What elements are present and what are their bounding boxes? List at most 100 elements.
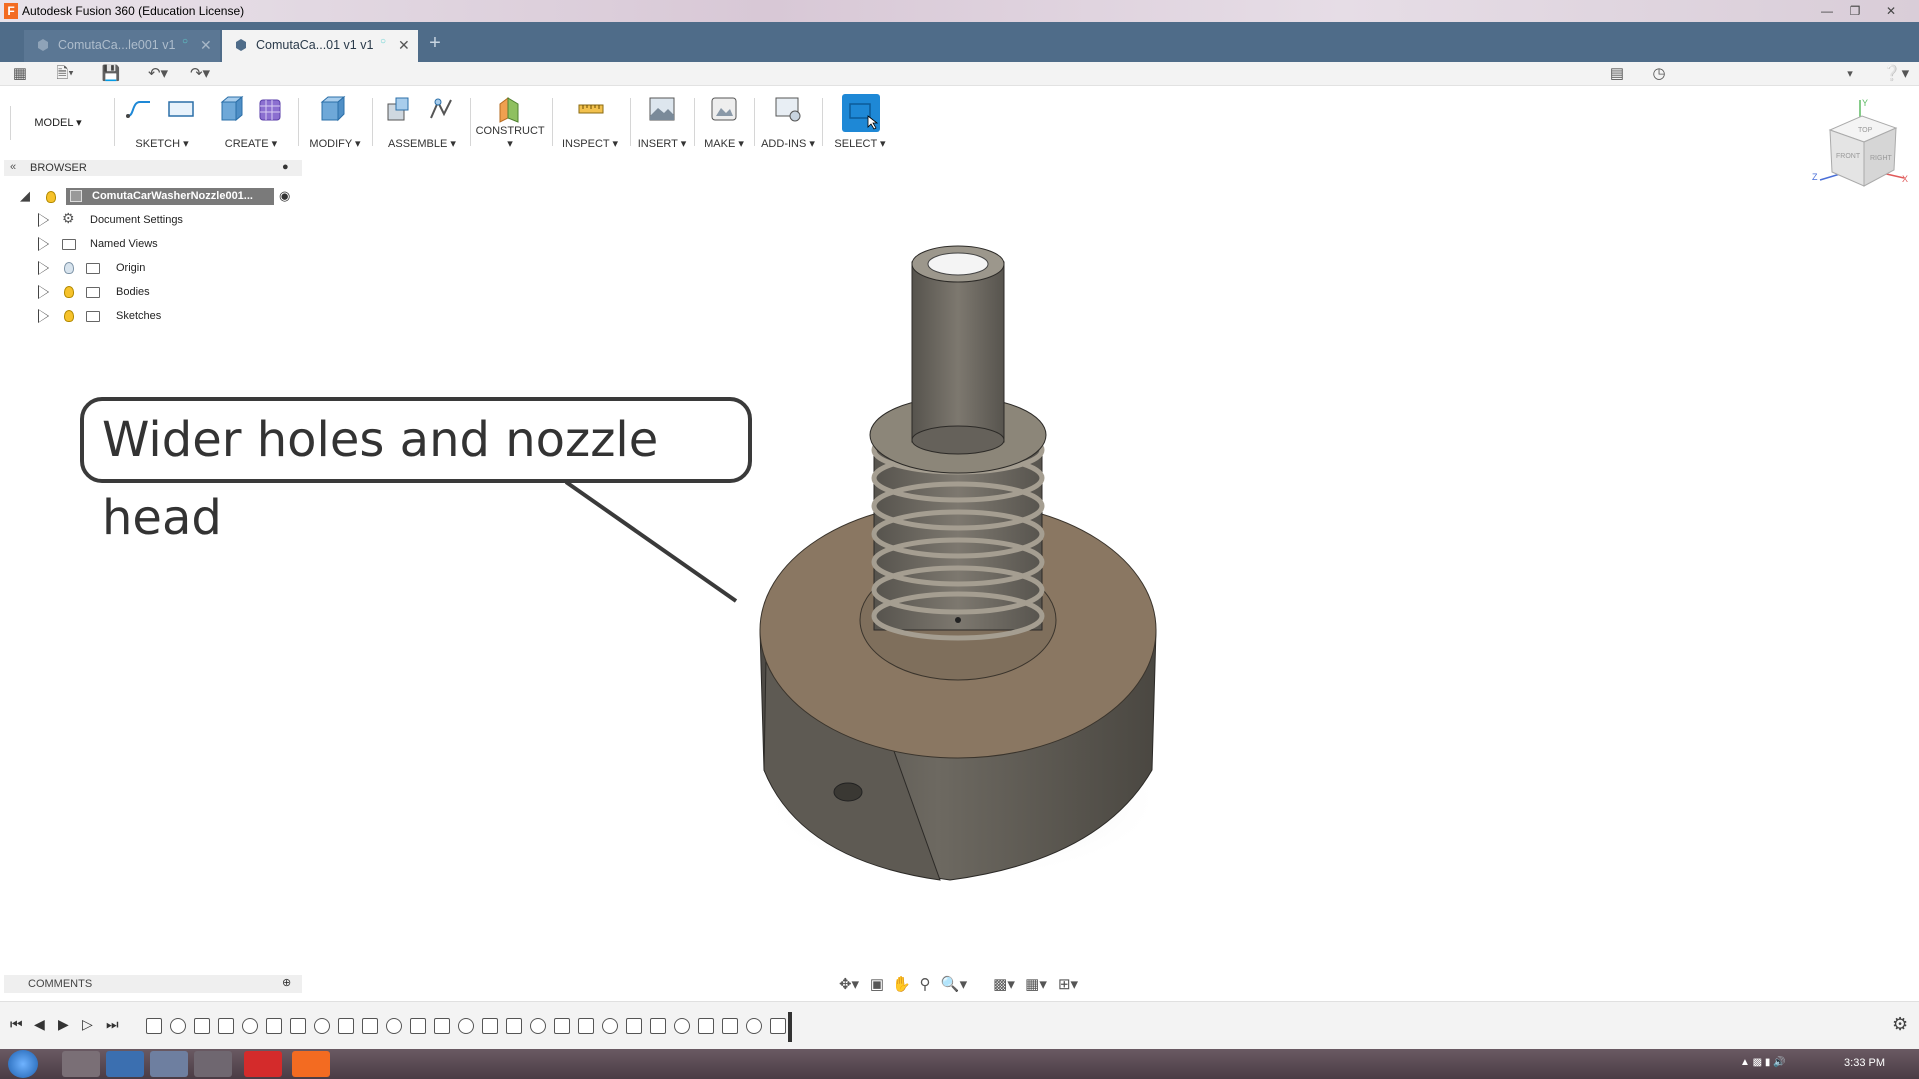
timeline-feature-icon[interactable] [650,1018,666,1034]
step-back-icon[interactable]: ◀ [34,1016,45,1033]
display-settings-icon[interactable]: ▩▾ [990,976,1018,994]
visibility-bulb-icon[interactable] [64,310,74,322]
timeline-feature-icon[interactable] [602,1018,618,1034]
scripts-icon[interactable] [773,94,803,124]
taskbar-app-2-icon[interactable] [106,1051,144,1077]
taskbar-app-5-icon[interactable] [244,1051,282,1077]
timeline-feature-icon[interactable] [674,1018,690,1034]
timeline-feature-icon[interactable] [530,1018,546,1034]
timeline-feature-icon[interactable] [770,1018,786,1034]
offset-plane-icon[interactable] [494,94,524,124]
ribbon-group-create[interactable]: CREATE ▾ [210,86,292,154]
collapse-panel-icon[interactable]: « [10,161,16,173]
browser-panel-header[interactable]: « BROWSER ● [4,160,302,176]
visibility-bulb-icon[interactable] [46,191,56,203]
timeline-feature-icon[interactable] [578,1018,594,1034]
joint-icon[interactable] [426,94,456,124]
timeline-feature-icon[interactable] [290,1018,306,1034]
root-component-label[interactable]: ComutaCarWasherNozzle001... [66,188,274,205]
extrude-icon[interactable] [216,94,246,124]
ribbon-group-select[interactable]: SELECT ▾ [826,86,894,154]
ribbon-group-construct[interactable]: CONSTRUCT ▾ [474,86,546,154]
new-tab-button[interactable]: + [424,30,446,56]
ribbon-group-sketch[interactable]: SKETCH ▾ [120,86,204,154]
browser-item-document-settings[interactable]: ⚙ Document Settings [0,209,300,231]
ribbon-group-make[interactable]: MAKE ▾ [698,86,750,154]
close-tab-icon[interactable]: ✕ [200,30,212,60]
tray-icons[interactable]: ▲ ▩ ▮ 🔊 [1740,1057,1786,1068]
save-icon[interactable]: 💾 [100,64,122,84]
account-dropdown-icon[interactable]: ▾ [1842,64,1858,84]
ribbon-group-assemble[interactable]: ASSEMBLE ▾ [378,86,466,154]
fit-icon[interactable]: 🔍▾ [940,976,968,994]
taskbar-app-3-icon[interactable] [150,1051,188,1077]
step-forward-icon[interactable]: ▷ [82,1016,93,1033]
panel-pin-icon[interactable]: ● [282,161,289,173]
play-icon[interactable]: ▶ [58,1016,69,1033]
timeline-feature-icon[interactable] [386,1018,402,1034]
timeline-feature-icon[interactable] [482,1018,498,1034]
timeline-feature-icon[interactable] [266,1018,282,1034]
look-at-icon[interactable]: ▣ [868,976,886,994]
zoom-icon[interactable]: ⚲ [916,976,934,994]
timeline-feature-icon[interactable] [146,1018,162,1034]
timeline-feature-icon[interactable] [362,1018,378,1034]
visibility-bulb-off-icon[interactable] [64,262,74,274]
help-icon[interactable]: ❔▾ [1880,64,1912,84]
workspace-switcher[interactable]: MODEL ▾ [14,100,102,146]
3d-print-icon[interactable] [709,94,739,124]
timeline-feature-icon[interactable] [554,1018,570,1034]
view-cube[interactable]: TOP FRONT RIGHT Y Z X [1810,96,1910,196]
comments-panel[interactable]: COMMENTS ⊕ [4,975,302,993]
document-tab-2[interactable]: ComutaCa...01 v1 v1 ○ ✕ [222,30,418,62]
rectangle-icon[interactable] [166,94,196,124]
ribbon-group-insert[interactable]: INSERT ▾ [634,86,690,154]
timeline-feature-icon[interactable] [626,1018,642,1034]
press-pull-icon[interactable] [318,94,348,124]
browser-item-origin[interactable]: Origin [0,257,300,279]
measure-icon[interactable] [576,94,606,124]
history-icon[interactable]: ◷ [1648,64,1670,84]
timeline-feature-icon[interactable] [458,1018,474,1034]
form-icon[interactable] [256,94,286,124]
timeline-feature-icon[interactable] [194,1018,210,1034]
grid-settings-icon[interactable]: ▦▾ [1022,976,1050,994]
timeline-feature-icon[interactable] [410,1018,426,1034]
orbit-icon[interactable]: ✥▾ [836,976,862,994]
nozzle-stem[interactable] [911,261,1005,443]
ribbon-group-inspect[interactable]: INSPECT ▾ [556,86,624,154]
gear-icon[interactable]: ⚙ [1892,1014,1908,1035]
visibility-bulb-icon[interactable] [64,286,74,298]
timeline-feature-icon[interactable] [698,1018,714,1034]
grid-menu-icon[interactable]: ▦ [10,64,30,84]
activate-radio-icon[interactable]: ◉ [279,188,290,204]
add-comment-icon[interactable]: ⊕ [282,976,291,989]
close-window-button[interactable]: ✕ [1880,3,1902,19]
select-icon[interactable] [842,94,880,132]
ribbon-group-modify[interactable]: MODIFY ▾ [304,86,366,154]
timeline-feature-icon[interactable] [722,1018,738,1034]
timeline-feature-icon[interactable] [170,1018,186,1034]
browser-root-row[interactable]: ◢ ComutaCarWasherNozzle001... ◉ [0,186,300,208]
nozzle-hole[interactable] [927,252,989,276]
timeline-feature-icon[interactable] [338,1018,354,1034]
viewports-icon[interactable]: ⊞▾ [1054,976,1082,994]
timeline-feature-icon[interactable] [434,1018,450,1034]
timeline-feature-icon[interactable] [314,1018,330,1034]
browser-item-named-views[interactable]: Named Views [0,233,300,255]
timeline-feature-icon[interactable] [218,1018,234,1034]
start-button-icon[interactable] [8,1050,38,1078]
taskbar-app-4-icon[interactable] [194,1051,232,1077]
restore-button[interactable]: ❐ [1844,3,1866,19]
go-to-end-icon[interactable]: ⏭ [106,1016,119,1033]
side-hole[interactable] [833,782,863,802]
close-tab-icon[interactable]: ✕ [398,30,410,60]
document-tab-1[interactable]: ComutaCa...le001 v1 ○ ✕ [24,30,220,62]
go-to-start-icon[interactable]: ⏮ [10,1016,23,1033]
timeline-marker[interactable] [788,1012,792,1042]
insert-image-icon[interactable] [647,94,677,124]
ribbon-group-add-ins[interactable]: ADD-INS ▾ [758,86,818,154]
comment-icon[interactable]: ▤ [1606,64,1628,84]
taskbar-fusion-icon[interactable] [292,1051,330,1077]
timeline-feature-icon[interactable] [242,1018,258,1034]
